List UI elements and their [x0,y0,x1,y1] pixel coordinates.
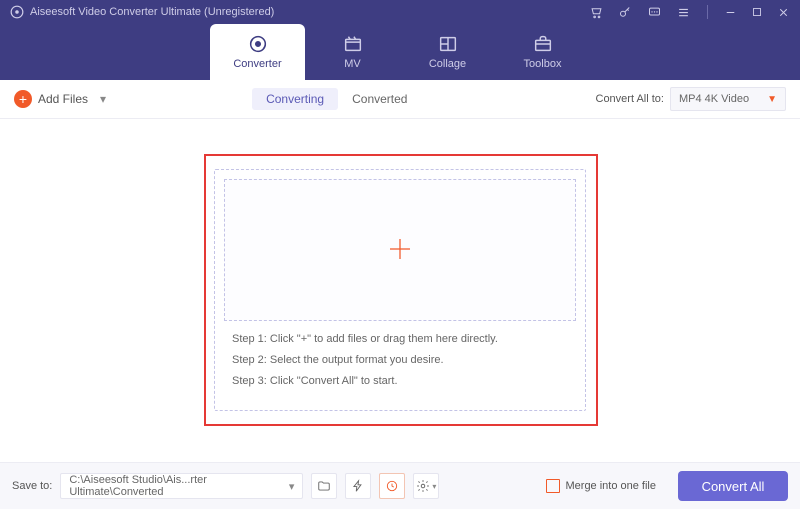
output-format-value: MP4 4K Video [679,93,749,105]
step-3: Step 3: Click "Convert All" to start. [232,371,572,392]
hardware-accel-button[interactable] [345,473,371,499]
window-title: Aiseesoft Video Converter Ultimate (Unre… [30,6,274,18]
step-1: Step 1: Click "+" to add files or drag t… [232,329,572,350]
tab-label: Collage [429,58,466,70]
checkbox-icon [546,479,560,493]
save-to-value: C:\Aiseesoft Studio\Ais...rter Ultimate\… [69,474,288,498]
chevron-down-icon: ▾ [432,482,436,491]
tab-label: Toolbox [524,58,562,70]
chevron-down-icon: ▼ [767,94,777,105]
collage-icon [437,34,459,54]
maximize-icon[interactable] [751,6,763,18]
convert-all-to-label: Convert All to: [596,93,664,105]
merge-checkbox[interactable]: Merge into one file [546,479,657,493]
add-files-button[interactable]: + Add Files ▾ [14,90,106,108]
instructions: Step 1: Click "+" to add files or drag t… [232,329,572,392]
toolbox-icon [532,34,554,54]
titlebar: Aiseesoft Video Converter Ultimate (Unre… [0,0,800,24]
main-area: Step 1: Click "+" to add files or drag t… [0,119,800,462]
converter-icon [247,34,269,54]
add-plus-icon [385,234,415,267]
chevron-down-icon: ▾ [100,92,106,106]
segment-converted[interactable]: Converted [338,88,421,110]
merge-label: Merge into one file [566,480,657,492]
tab-label: MV [344,58,361,70]
nav-tabs: Converter MV Collage Toolbox [0,24,800,80]
tab-collage[interactable]: Collage [400,24,495,80]
dropzone[interactable] [224,179,576,321]
open-folder-button[interactable] [311,473,337,499]
app-logo-icon [10,5,24,19]
minimize-icon[interactable] [724,6,737,19]
tab-toolbox[interactable]: Toolbox [495,24,590,80]
tab-converter[interactable]: Converter [210,24,305,80]
cart-icon[interactable] [589,5,604,20]
convert-all-button[interactable]: Convert All [678,471,788,501]
add-files-label: Add Files [38,92,88,106]
chevron-down-icon: ▾ [289,480,295,493]
footer-bar: Save to: C:\Aiseesoft Studio\Ais...rter … [0,462,800,509]
save-to-dropdown[interactable]: C:\Aiseesoft Studio\Ais...rter Ultimate\… [60,473,303,499]
mv-icon [342,34,364,54]
close-icon[interactable] [777,6,790,19]
segment-converting[interactable]: Converting [252,88,338,110]
sub-toolbar: + Add Files ▾ Converting Converted Conve… [0,80,800,119]
tab-mv[interactable]: MV [305,24,400,80]
high-speed-button[interactable] [379,473,405,499]
settings-button[interactable]: ▾ [413,473,439,499]
output-format-dropdown[interactable]: MP4 4K Video ▼ [670,87,786,111]
separator [707,5,708,19]
save-to-label: Save to: [12,480,52,492]
status-segment: Converting Converted [252,88,421,110]
plus-icon: + [14,90,32,108]
menu-icon[interactable] [676,5,691,20]
tab-label: Converter [233,58,281,70]
chat-icon[interactable] [647,5,662,20]
key-icon[interactable] [618,5,633,20]
step-2: Step 2: Select the output format you des… [232,350,572,371]
